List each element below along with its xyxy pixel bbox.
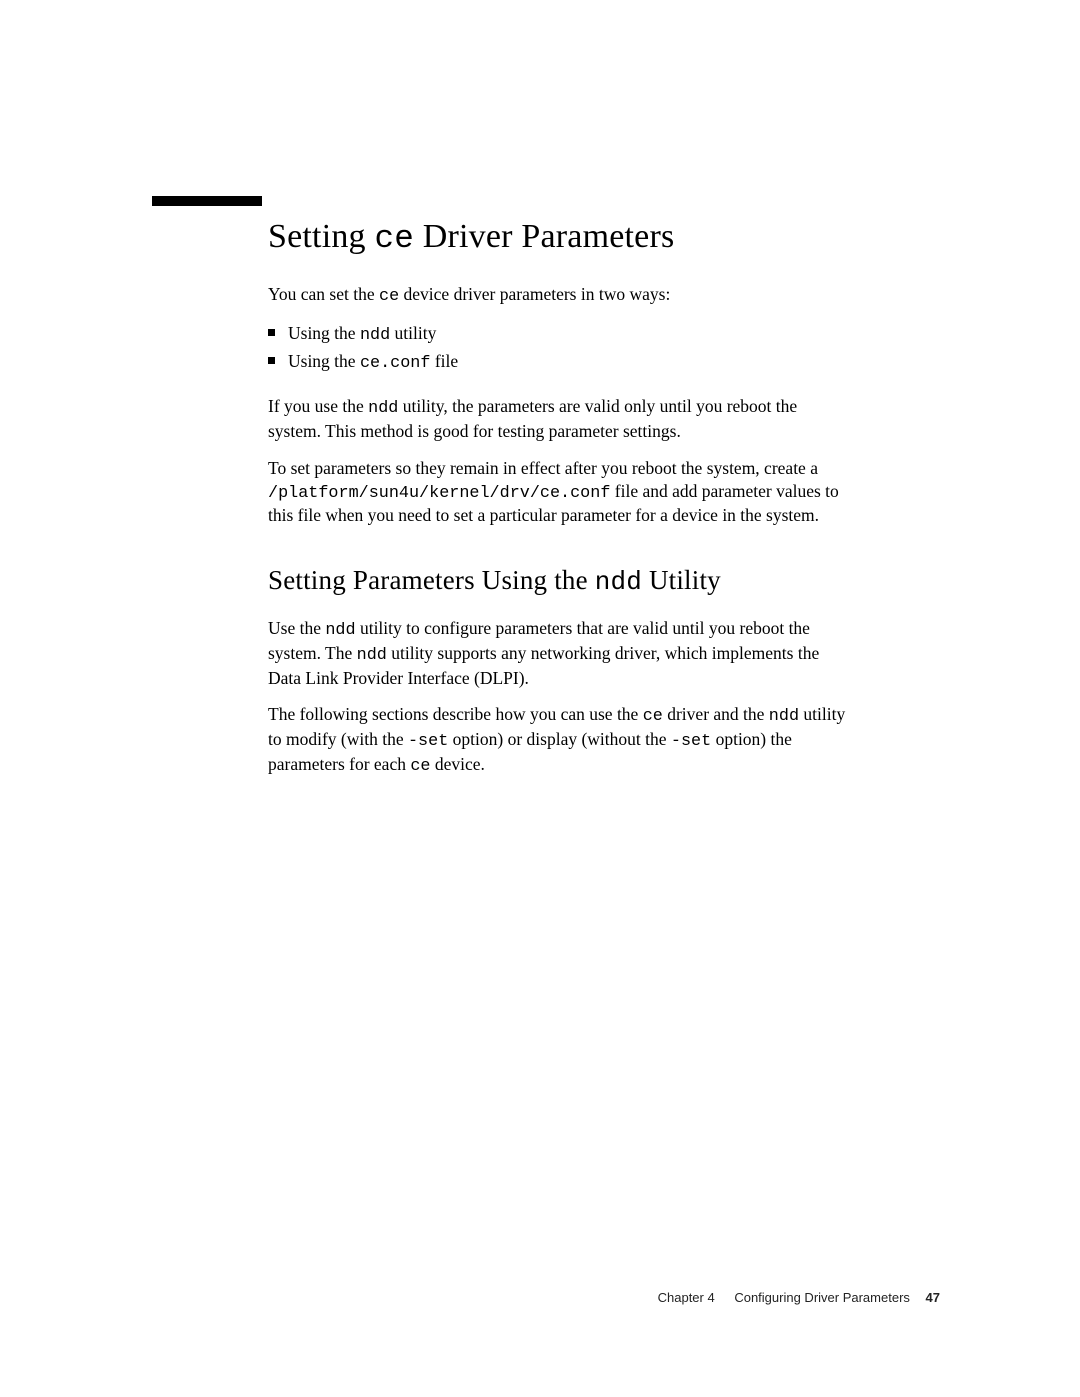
p5-c1: ce [643, 707, 663, 726]
h1-post: Driver Parameters [414, 218, 674, 255]
p5-c3: -set [408, 732, 448, 751]
intro-pre: You can set the [268, 284, 379, 304]
section-title: Setting Parameters Using the ndd Utility [268, 565, 850, 597]
page-title: Setting ce Driver Parameters [268, 218, 850, 257]
page-footer: Chapter 4 Configuring Driver Parameters … [658, 1290, 940, 1305]
p5-c4: -set [671, 732, 711, 751]
li-post: utility [390, 323, 436, 343]
paragraph: The following sections describe how you … [268, 703, 850, 777]
paragraph: Use the ndd utility to configure paramet… [268, 617, 850, 689]
p3-a: To set parameters so they remain in effe… [268, 458, 818, 478]
p4-c1: ndd [325, 621, 355, 640]
p2-pre: If you use the [268, 396, 368, 416]
paragraph: To set parameters so they remain in effe… [268, 457, 850, 527]
h2-code: ndd [595, 567, 642, 597]
h1-pre: Setting [268, 218, 374, 255]
p2-code: ndd [368, 399, 398, 418]
intro-post: device driver parameters in two ways: [399, 284, 670, 304]
p4-a: Use the [268, 618, 325, 638]
h2-pre: Setting Parameters Using the [268, 565, 595, 595]
p3-code: /platform/sun4u/kernel/drv/ce.conf [268, 484, 610, 503]
p4-c2: ndd [357, 646, 387, 665]
footer-chapter: Chapter 4 [658, 1290, 715, 1305]
p5-d: option) or display (without the [448, 729, 671, 749]
li-post: file [430, 351, 458, 371]
list-item: Using the ce.conf file [268, 350, 850, 376]
footer-title: Configuring Driver Parameters [734, 1290, 910, 1305]
list-item: Using the ndd utility [268, 322, 850, 348]
li-pre: Using the [288, 351, 360, 371]
h1-code: ce [374, 220, 414, 257]
li-pre: Using the [288, 323, 360, 343]
li-code: ndd [360, 326, 390, 345]
paragraph: If you use the ndd utility, the paramete… [268, 395, 850, 443]
intro-code: ce [379, 287, 399, 306]
bullet-list: Using the ndd utility Using the ce.conf … [268, 322, 850, 375]
p5-b: driver and the [663, 704, 769, 724]
h2-post: Utility [642, 565, 721, 595]
li-code: ce.conf [360, 354, 431, 373]
p5-f: device. [431, 754, 485, 774]
p5-c2: ndd [769, 707, 799, 726]
p5-a: The following sections describe how you … [268, 704, 643, 724]
intro-paragraph: You can set the ce device driver paramet… [268, 283, 850, 308]
p5-c5: ce [410, 757, 430, 776]
footer-page-number: 47 [926, 1290, 940, 1305]
page-content: Setting ce Driver Parameters You can set… [268, 218, 850, 792]
section-rule [152, 196, 262, 206]
